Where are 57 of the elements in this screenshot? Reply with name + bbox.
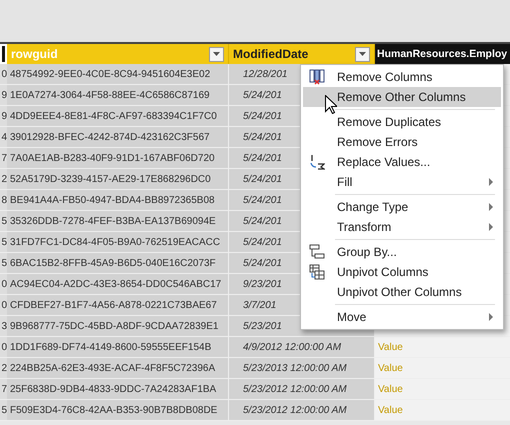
remove-columns-icon — [309, 69, 325, 85]
table-cell: 0 — [0, 64, 7, 85]
column-header[interactable]: HumanResources.Employ — [375, 44, 510, 64]
group-by-icon — [309, 244, 325, 260]
table-cell: 224BB25A-62E3-493E-ACAF-4F8F5C72396A — [7, 358, 229, 379]
table-cell: 4/9/2012 12:00:00 AM — [229, 337, 375, 358]
table-cell: 48754992-9EE0-4C0E-8C94-9451604E3E02 — [7, 64, 229, 85]
table-cell: 2 — [0, 358, 7, 379]
table-cell: 25F6838D-9DB4-4833-9DDC-7A24283AF1BA — [7, 379, 229, 400]
column-title: ModifiedDate — [233, 47, 308, 61]
table-cell: 5 — [0, 232, 7, 253]
table-cell: 1DD1F689-DF74-4149-8600-59555EEF154B — [7, 337, 229, 358]
table-cell: 7 — [0, 379, 7, 400]
table-cell: 0 — [0, 337, 7, 358]
table-cell: 5/23/2012 12:00:00 AM — [229, 379, 375, 400]
table-cell: BE941A4A-FB50-4947-BDA4-BB8972365B08 — [7, 190, 229, 211]
caret-icon — [213, 52, 220, 56]
table-cell: AC94EC04-A2DC-43E3-8654-DD0C546ABC17 — [7, 274, 229, 295]
table-cell: F509E3D4-76C8-42AA-B353-90B7B8DB08DE — [7, 400, 229, 421]
table-cell: 8 — [0, 190, 7, 211]
table-cell: 5 — [0, 400, 7, 421]
table-cell: 39012928-BFEC-4242-874D-423162C3F567 — [7, 127, 229, 148]
table-cell: 3 — [0, 316, 7, 337]
table-cell: 5/23/2012 12:00:00 AM — [229, 400, 375, 421]
table-cell: Value — [375, 400, 510, 421]
table-cell: 31FD7FC1-DC84-4F05-B9A0-762519EACACC — [7, 232, 229, 253]
table-cell: 9B968777-75DC-45BD-A8DF-9CDAA72839E1 — [7, 316, 229, 337]
table-cell: 7 — [0, 148, 7, 169]
table-cell: 52A5179D-3239-4157-AE29-17E868296DC0 — [7, 169, 229, 190]
table-cell: 6BAC15B2-8FFB-45A9-B6D5-040E16C2073F — [7, 253, 229, 274]
table-cell: Value — [375, 358, 510, 379]
header-corner — [0, 44, 7, 64]
table-cell: 2 — [0, 169, 7, 190]
table-cell: 4DD9EEE4-8E81-4F8C-AF97-683394C1F7C0 — [7, 106, 229, 127]
table-cell: 5/23/2013 12:00:00 AM — [229, 358, 375, 379]
table-cell: 4 — [0, 127, 7, 148]
column-title: rowguid — [11, 47, 58, 61]
table-cell: 0 — [0, 295, 7, 316]
dropdown-button[interactable] — [355, 46, 370, 62]
dropdown-button[interactable] — [209, 46, 224, 62]
table-cell: Value — [375, 337, 510, 358]
menu-item[interactable]: Remove Other Columns — [303, 87, 501, 107]
caret-icon — [359, 52, 366, 56]
table-cell: 9 — [0, 85, 7, 106]
table-cell: 5 — [0, 253, 7, 274]
table-cell: 5 — [0, 211, 7, 232]
table-cell: 1E0A7274-3064-4F58-88EE-4C6586C87169 — [7, 85, 229, 106]
table-cell: Value — [375, 379, 510, 400]
table-cell: CFDBEF27-B1F7-4A56-A878-0221C73BAE67 — [7, 295, 229, 316]
table-cell: 35326DDB-7278-4FEF-B3BA-EA137B69094E — [7, 211, 229, 232]
column-header[interactable]: ModifiedDate — [229, 44, 375, 64]
cursor-icon — [325, 95, 337, 114]
table-cell: 7A0AE1AB-B283-40F9-91D1-167ABF06D720 — [7, 148, 229, 169]
unpivot-icon — [309, 264, 325, 280]
table-cell: 9 — [0, 106, 7, 127]
replace-values-icon — [309, 154, 325, 170]
table-cell: 0 — [0, 274, 7, 295]
